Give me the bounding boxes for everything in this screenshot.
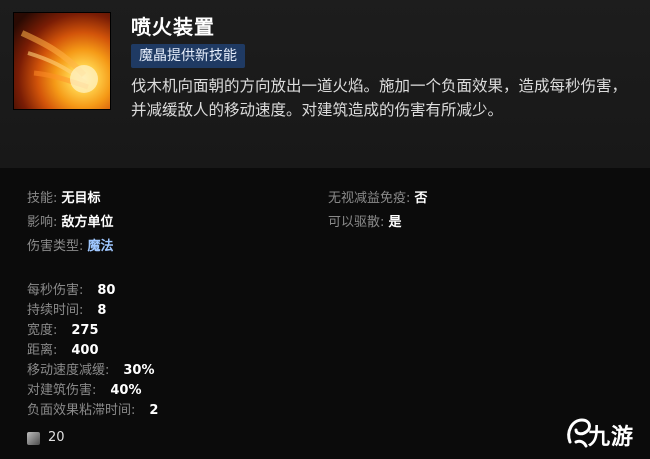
property-pierce-debuff-immunity: 无视减益免疫: 否 — [328, 190, 428, 208]
stat-distance: 距离: 400 — [27, 342, 99, 360]
mana-cost-icon — [27, 432, 40, 445]
watermark-text: 九游 — [588, 425, 635, 450]
property-label: 影响: — [27, 215, 62, 230]
stat-value: 8 — [97, 303, 107, 318]
stat-value: 2 — [149, 403, 159, 418]
stat-value: 80 — [97, 283, 116, 298]
flamethrower-icon — [13, 12, 111, 110]
stat-damage-per-second: 每秒伤害: 80 — [27, 282, 115, 300]
ability-header: 喷火装置 魔晶提供新技能 伐木机向面朝的方向放出一道火焰。施加一个负面效果，造成… — [0, 0, 650, 168]
stat-value: 400 — [71, 343, 99, 358]
property-affects: 影响: 敌方单位 — [27, 214, 114, 232]
ability-title: 喷火装置 — [131, 15, 215, 39]
property-damage-type: 伤害类型: 魔法 — [27, 238, 114, 256]
property-label: 伤害类型: — [27, 239, 88, 254]
stat-width: 宽度: 275 — [27, 322, 99, 340]
mana-cost-value: 20 — [48, 430, 65, 445]
property-value: 无目标 — [61, 191, 101, 206]
property-value: 否 — [414, 191, 428, 206]
property-value: 是 — [388, 215, 402, 230]
ability-description: 伐木机向面朝的方向放出一道火焰。施加一个负面效果，造成每秒伤害，并减缓敌人的移动… — [131, 77, 628, 119]
property-value: 敌方单位 — [61, 215, 114, 230]
stat-label: 对建筑伤害: — [27, 383, 97, 398]
stat-label: 每秒伤害: — [27, 283, 84, 298]
stat-value: 30% — [123, 363, 155, 378]
stat-label: 距离: — [27, 343, 58, 358]
property-dispellable: 可以驱散: 是 — [328, 214, 402, 232]
shard-badge: 魔晶提供新技能 — [131, 44, 245, 68]
property-label: 无视减益免疫: — [328, 191, 415, 206]
stat-duration: 持续时间: 8 — [27, 302, 106, 320]
stat-building-damage: 对建筑伤害: 40% — [27, 382, 142, 400]
property-ability: 技能: 无目标 — [27, 190, 101, 208]
stat-label: 负面效果粘滞时间: — [27, 403, 136, 418]
stat-label: 持续时间: — [27, 303, 84, 318]
stat-debuff-linger: 负面效果粘滞时间: 2 — [27, 402, 158, 420]
property-label: 可以驱散: — [328, 215, 389, 230]
stat-value: 275 — [71, 323, 99, 338]
stat-value: 40% — [110, 383, 142, 398]
property-label: 技能: — [27, 191, 62, 206]
stat-label: 移动速度减缓: — [27, 363, 110, 378]
stat-move-slow: 移动速度减缓: 30% — [27, 362, 155, 380]
property-value: 魔法 — [87, 239, 114, 254]
stat-label: 宽度: — [27, 323, 58, 338]
